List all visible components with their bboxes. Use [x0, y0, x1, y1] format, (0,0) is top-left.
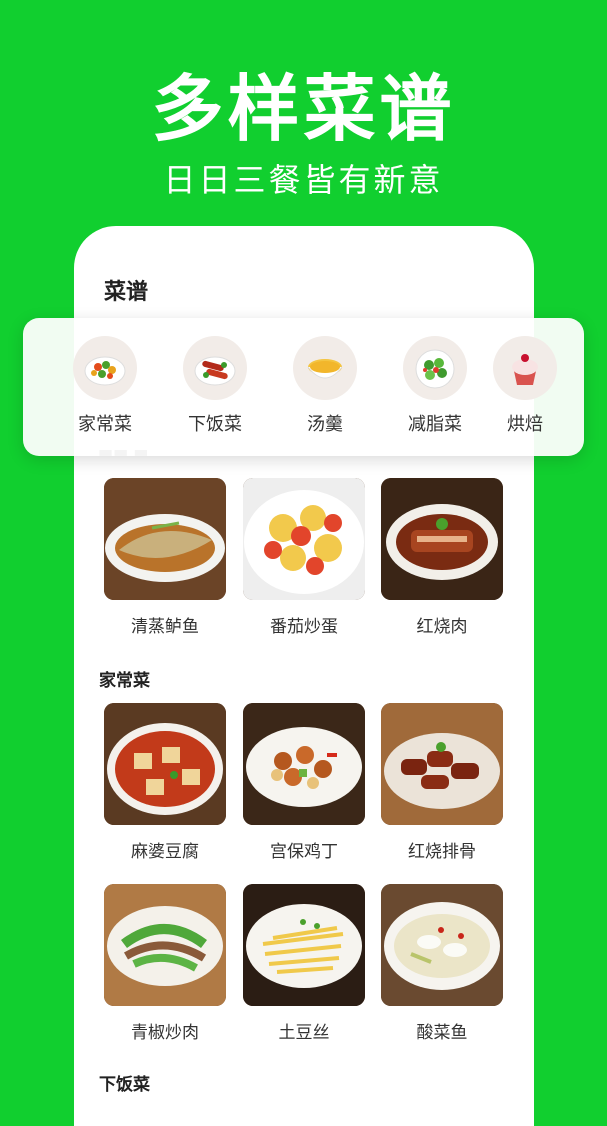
salad-icon [403, 336, 467, 400]
mixed-vegetables-icon [73, 336, 137, 400]
dish-card[interactable]: 麻婆豆腐 [104, 703, 226, 862]
category-label: 家常菜 [78, 414, 132, 435]
dish-name: 清蒸鲈鱼 [131, 617, 199, 637]
category-item-home[interactable]: 家常菜 [55, 336, 155, 436]
category-label: 减脂菜 [408, 414, 462, 435]
hero-title: 多样菜谱 [151, 67, 456, 151]
dish-card[interactable]: 宫保鸡丁 [243, 703, 365, 862]
dish-name: 土豆丝 [278, 1023, 330, 1043]
dish-name: 红烧排骨 [408, 842, 476, 862]
section-title-home: 家常菜 [99, 671, 150, 691]
category-item-soup[interactable]: 汤羹 [275, 336, 375, 436]
category-label: 下饭菜 [188, 414, 242, 435]
dish-image [243, 703, 365, 825]
dish-card[interactable]: 青椒炒肉 [104, 884, 226, 1043]
sausage-dish-icon [183, 336, 247, 400]
section-title-rice: 下饭菜 [99, 1075, 150, 1095]
page-title: 菜谱 [104, 280, 149, 305]
dish-name: 红烧肉 [416, 617, 468, 637]
dish-image [243, 478, 365, 600]
dish-name: 麻婆豆腐 [131, 842, 199, 862]
dish-name: 宫保鸡丁 [270, 842, 338, 862]
category-item-diet[interactable]: 减脂菜 [385, 336, 485, 436]
dish-name: 番茄炒蛋 [270, 617, 338, 637]
hero-subtitle: 日日三餐皆有新意 [163, 161, 444, 199]
dish-card[interactable]: 红烧排骨 [381, 703, 503, 862]
dish-name: 酸菜鱼 [416, 1023, 468, 1043]
dish-card[interactable]: 土豆丝 [243, 884, 365, 1043]
dish-name: 青椒炒肉 [131, 1023, 199, 1043]
soup-bowl-icon [293, 336, 357, 400]
dish-card[interactable]: 酸菜鱼 [381, 884, 503, 1043]
category-label: 汤羹 [307, 414, 343, 435]
category-card: 家常菜 下饭菜 汤羹 减脂菜 烘焙 [23, 318, 584, 456]
dish-image [381, 703, 503, 825]
category-label: 烘焙 [507, 414, 543, 435]
dish-card[interactable]: 清蒸鲈鱼 [104, 478, 226, 637]
cupcake-icon [493, 336, 557, 400]
dish-image [381, 478, 503, 600]
dish-image [104, 478, 226, 600]
category-item-rice[interactable]: 下饭菜 [165, 336, 265, 436]
dish-card[interactable]: 番茄炒蛋 [243, 478, 365, 637]
dish-image [104, 703, 226, 825]
dish-image [243, 884, 365, 1006]
dish-image [381, 884, 503, 1006]
dish-card[interactable]: 红烧肉 [381, 478, 503, 637]
dish-image [104, 884, 226, 1006]
category-item-bake[interactable]: 烘焙 [475, 336, 575, 436]
